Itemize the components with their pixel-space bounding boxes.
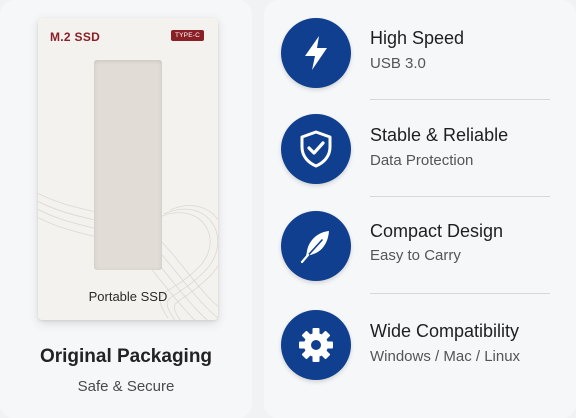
feature-compact-design: Compact Design Easy to Carry — [281, 205, 561, 285]
product-box: M.2 SSD TYPE-C Portable SSD — [38, 18, 218, 320]
feature-stable-reliable: Stable & Reliable Data Protection — [281, 108, 561, 188]
feature-title: High Speed — [370, 28, 465, 48]
divider — [370, 196, 550, 197]
box-label: Portable SSD — [88, 289, 168, 304]
box-brand: M.2 SSD — [50, 30, 101, 44]
gear-icon — [281, 310, 351, 380]
feature-subtitle: USB 3.0 — [370, 55, 426, 72]
feature-title: Stable & Reliable — [370, 125, 509, 145]
feature-subtitle: Windows / Mac / Linux — [370, 348, 521, 365]
feature-wide-compatibility: Wide Compatibility Windows / Mac / Linux — [281, 304, 561, 384]
box-window — [94, 60, 162, 270]
feature-subtitle: Data Protection — [370, 152, 474, 169]
lightning-icon — [281, 18, 351, 88]
feature-high-speed: High Speed USB 3.0 — [281, 12, 561, 92]
feature-title: Compact Design — [370, 221, 504, 241]
packaging-title: Original Packaging — [39, 346, 213, 367]
type-c-badge: TYPE-C — [170, 30, 204, 41]
divider — [370, 99, 550, 100]
feather-icon — [281, 211, 351, 281]
feature-subtitle: Easy to Carry — [370, 247, 461, 264]
shield-check-icon — [281, 114, 351, 184]
packaging-subtitle: Safe & Secure — [77, 378, 175, 395]
divider — [370, 293, 550, 294]
feature-title: Wide Compatibility — [370, 321, 520, 341]
